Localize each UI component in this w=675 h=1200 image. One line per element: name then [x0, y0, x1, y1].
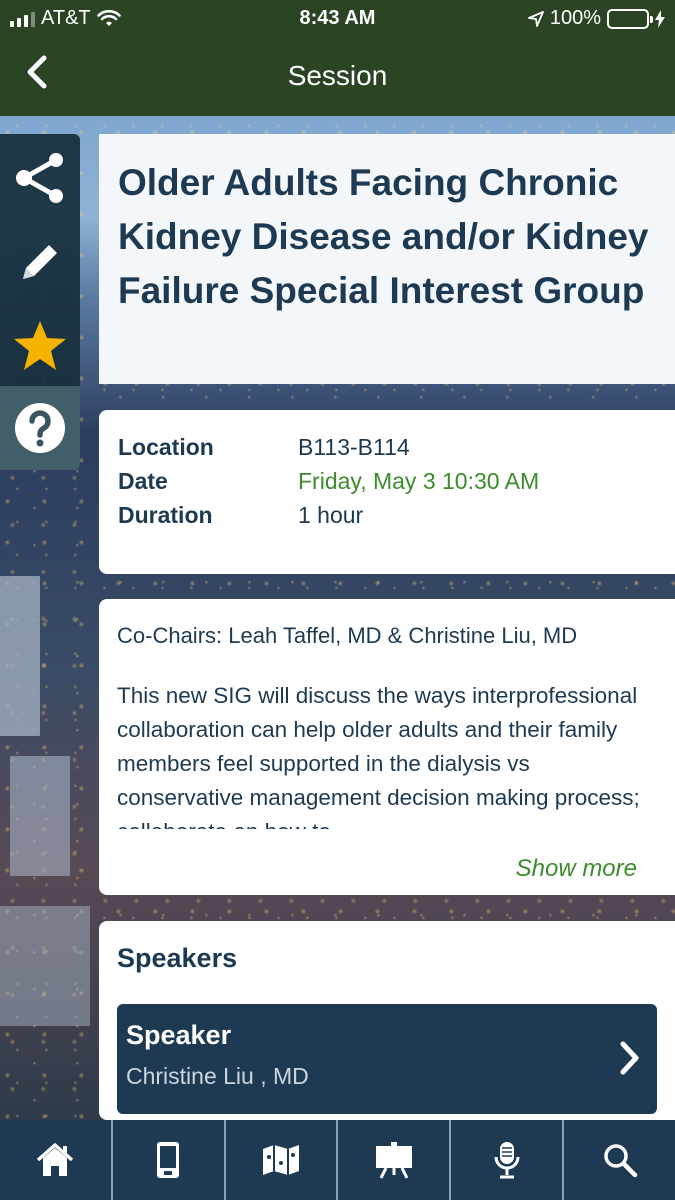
star-icon	[14, 321, 66, 370]
location-row: Location B113-B114	[118, 430, 657, 464]
presentation-board-icon	[375, 1142, 412, 1179]
tab-search[interactable]	[564, 1120, 675, 1200]
favorite-button[interactable]	[0, 304, 80, 388]
action-sidebar	[0, 134, 80, 470]
header-bar: AT&T 8:43 AM 100% Session	[0, 0, 675, 116]
bottom-tab-bar	[0, 1120, 675, 1200]
battery-icon	[607, 8, 653, 29]
tab-exhibits[interactable]	[338, 1120, 452, 1200]
description-text: This new SIG will discuss the ways inter…	[117, 683, 640, 829]
home-icon	[37, 1143, 74, 1176]
speaker-role: Speaker	[126, 1020, 232, 1050]
speakers-card: Speakers Speaker Christine Liu , MD	[99, 921, 675, 1120]
battery-group: 100%	[527, 7, 665, 30]
page-title: Session	[287, 60, 388, 91]
help-icon	[15, 403, 65, 453]
duration-value: 1 hour	[298, 501, 364, 528]
speaker-name: Christine Liu , MD	[126, 1063, 309, 1089]
charging-bolt-icon	[655, 9, 665, 28]
session-title: Older Adults Facing Chronic Kidney Disea…	[118, 162, 649, 311]
pencil-icon	[23, 245, 57, 279]
co-chairs-text: Co-Chairs: Leah Taffel, MD & Christine L…	[117, 623, 578, 648]
share-icon	[16, 153, 63, 203]
mobile-device-icon	[157, 1142, 180, 1178]
tab-home[interactable]	[0, 1120, 113, 1200]
chevron-right-icon	[620, 1041, 639, 1075]
edit-note-button[interactable]	[0, 220, 80, 304]
tab-device[interactable]	[113, 1120, 226, 1200]
location-value: B113-B114	[298, 433, 410, 460]
duration-label: Duration	[118, 501, 213, 528]
session-title-card: Older Adults Facing Chronic Kidney Disea…	[99, 134, 675, 384]
show-more-link[interactable]: Show more	[516, 855, 637, 883]
date-row[interactable]: Date Friday, May 3 10:30 AM	[118, 464, 657, 498]
location-label: Location	[118, 433, 214, 460]
session-info-card: Location B113-B114 Date Friday, May 3 10…	[99, 410, 675, 574]
duration-row: Duration 1 hour	[118, 498, 657, 532]
tab-map[interactable]	[226, 1120, 339, 1200]
tab-speakers[interactable]	[451, 1120, 565, 1200]
microphone-icon	[494, 1142, 520, 1179]
speakers-heading: Speakers	[117, 943, 238, 973]
date-value-link[interactable]: Friday, May 3 10:30 AM	[298, 468, 539, 495]
search-icon	[603, 1144, 637, 1178]
speaker-list-item[interactable]: Speaker Christine Liu , MD	[117, 1004, 657, 1114]
location-arrow-icon	[527, 10, 544, 27]
map-icon	[263, 1145, 300, 1175]
status-bar: AT&T 8:43 AM 100%	[0, 0, 675, 38]
session-description-card: Co-Chairs: Leah Taffel, MD & Christine L…	[99, 599, 675, 895]
share-button[interactable]	[0, 136, 80, 220]
help-button[interactable]	[0, 386, 80, 470]
date-label: Date	[118, 467, 168, 494]
battery-percent: 100%	[549, 7, 601, 29]
